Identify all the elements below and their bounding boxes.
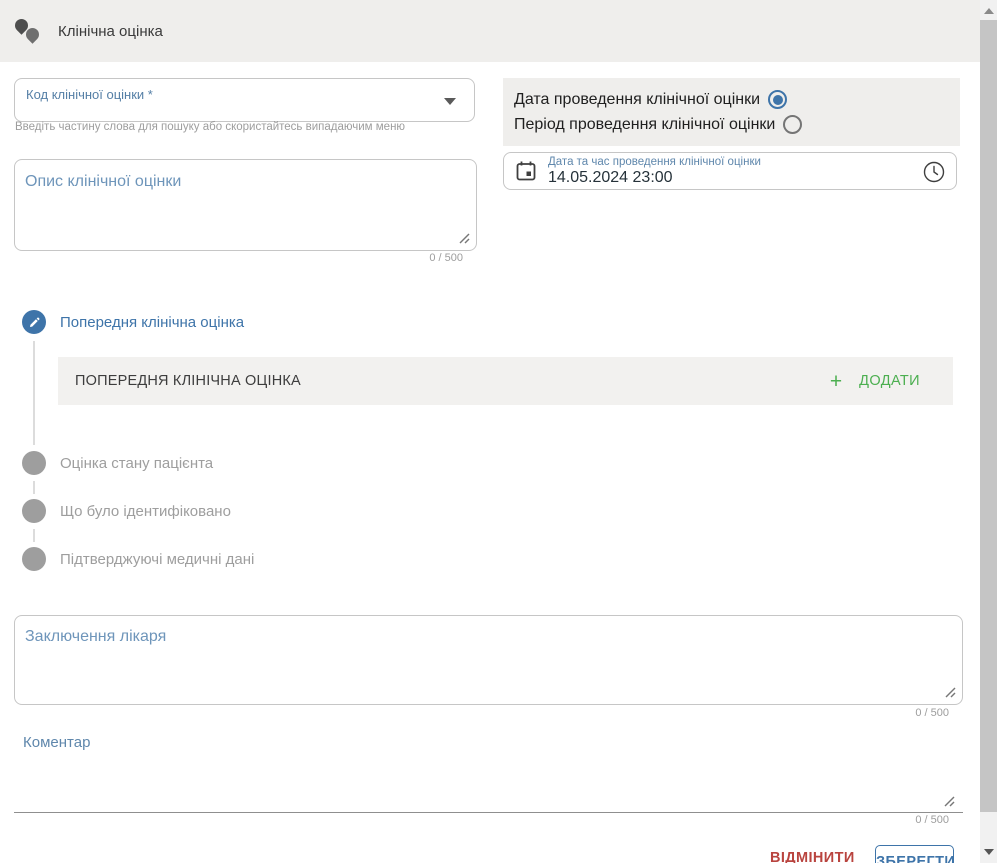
step-1-indicator[interactable]: [22, 310, 46, 334]
clinical-assessment-page: Клінічна оцінка Код клінічної оцінки * В…: [0, 0, 997, 863]
conclusion-counter: 0 / 500: [14, 707, 949, 719]
description-counter: 0 / 500: [14, 252, 463, 264]
previous-assessment-title: ПОПЕРЕДНЯ КЛІНІЧНА ОЦІНКА: [75, 373, 301, 389]
scroll-up-icon[interactable]: [984, 8, 994, 14]
step-connector: [33, 481, 35, 494]
step-2-indicator[interactable]: [22, 451, 46, 475]
step-3-indicator[interactable]: [22, 499, 46, 523]
radio-unselected-icon[interactable]: [783, 115, 802, 134]
datetime-value: 14.05.2024 23:00: [548, 169, 761, 187]
radio-option-date-label: Дата проведення клінічної оцінки: [514, 91, 760, 109]
radio-option-date[interactable]: Дата проведення клінічної оцінки: [514, 87, 960, 112]
step-4-label[interactable]: Підтверджуючі медичні дані: [60, 551, 254, 568]
add-button[interactable]: + ДОДАТИ: [830, 371, 920, 392]
pencil-icon: [28, 316, 41, 329]
add-button-label: ДОДАТИ: [859, 373, 920, 389]
assessment-code-select[interactable]: Код клінічної оцінки *: [14, 78, 475, 122]
step-4-indicator[interactable]: [22, 547, 46, 571]
save-button[interactable]: ЗБЕРЕГТИ: [875, 845, 954, 863]
vertical-scrollbar[interactable]: [980, 0, 997, 863]
scrollbar-thumb[interactable]: [980, 20, 997, 812]
assessment-code-label: Код клінічної оцінки *: [26, 87, 153, 102]
comment-field[interactable]: Коментар: [14, 730, 963, 813]
scroll-down-icon[interactable]: [984, 849, 994, 855]
datetime-field[interactable]: Дата та час проведення клінічної оцінки …: [503, 152, 957, 190]
chevron-down-icon[interactable]: [444, 98, 456, 105]
app-header: Клінічна оцінка: [0, 0, 980, 62]
description-textarea-wrapper: [14, 159, 477, 251]
step-1-label[interactable]: Попередня клінічна оцінка: [60, 314, 244, 331]
plus-icon: +: [830, 371, 842, 392]
radio-option-period[interactable]: Період проведення клінічної оцінки: [514, 112, 960, 137]
conclusion-textarea[interactable]: [15, 616, 962, 704]
datetime-label: Дата та час проведення клінічної оцінки: [548, 156, 761, 169]
assessment-code-helper: Введіть частину слова для пошуку або ско…: [15, 121, 405, 133]
conclusion-textarea-wrapper: [14, 615, 963, 705]
date-mode-radio-group: Дата проведення клінічної оцінки Період …: [503, 78, 960, 146]
calendar-icon: [515, 160, 537, 182]
resize-handle-icon[interactable]: [944, 796, 955, 807]
step-connector: [33, 529, 35, 542]
step-connector: [33, 341, 35, 445]
comment-counter: 0 / 500: [14, 814, 949, 826]
page-title: Клінічна оцінка: [58, 23, 163, 40]
step-3-label[interactable]: Що було ідентифіковано: [60, 503, 231, 520]
cancel-button[interactable]: ВІДМІНИТИ: [770, 850, 855, 863]
app-logo-icon: [14, 16, 46, 46]
radio-selected-icon[interactable]: [768, 90, 787, 109]
previous-assessment-section: ПОПЕРЕДНЯ КЛІНІЧНА ОЦІНКА + ДОДАТИ: [58, 357, 953, 405]
comment-textarea[interactable]: [23, 754, 943, 804]
clock-icon[interactable]: [922, 160, 946, 184]
step-2-label[interactable]: Оцінка стану пацієнта: [60, 455, 213, 472]
radio-option-period-label: Період проведення клінічної оцінки: [514, 116, 775, 134]
description-textarea[interactable]: [15, 160, 476, 250]
comment-label: Коментар: [23, 734, 90, 751]
